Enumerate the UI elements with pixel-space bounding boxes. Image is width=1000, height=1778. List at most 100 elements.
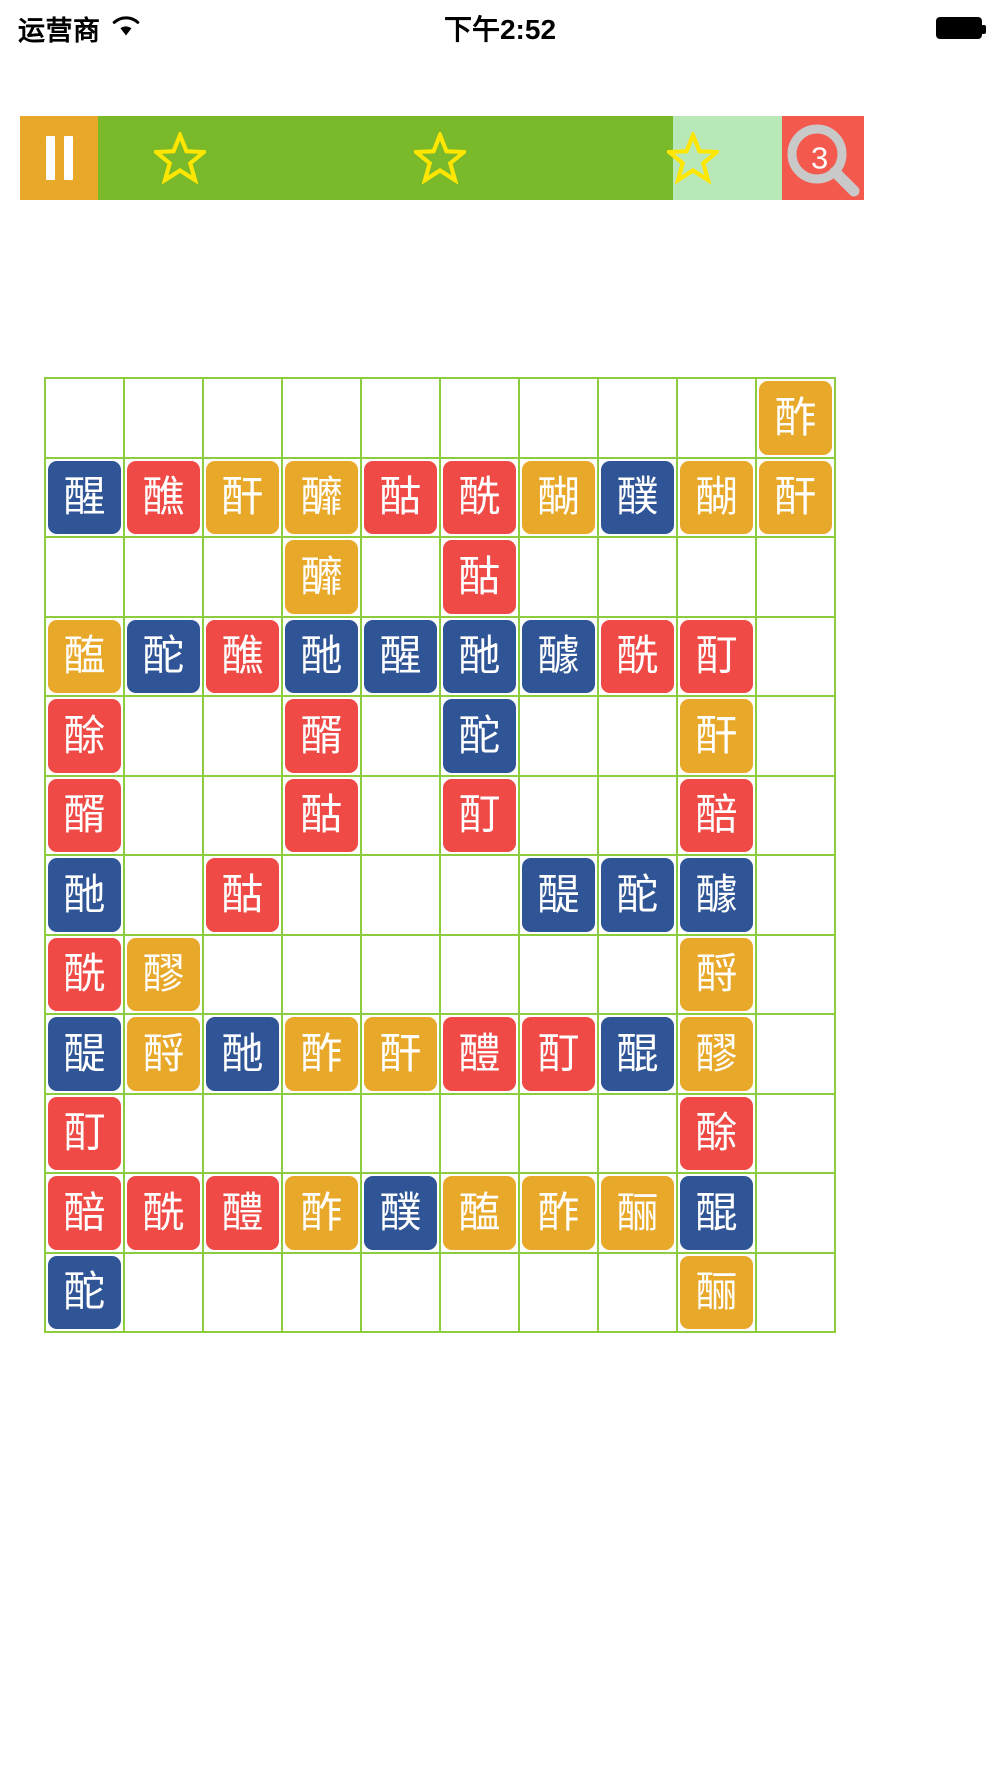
- grid-cell[interactable]: 酊: [46, 1094, 125, 1174]
- grid-cell[interactable]: 醒: [362, 617, 441, 697]
- letter-tile[interactable]: 酹: [127, 1017, 200, 1091]
- letter-tile[interactable]: 酰: [127, 1176, 200, 1250]
- grid-cell[interactable]: [520, 1094, 599, 1174]
- grid-cell[interactable]: 醅: [46, 1174, 125, 1254]
- grid-cell[interactable]: 酡: [46, 1253, 125, 1333]
- pause-button[interactable]: [20, 116, 98, 200]
- letter-tile[interactable]: 酡: [127, 619, 200, 693]
- letter-tile[interactable]: 酡: [48, 1255, 121, 1329]
- letter-tile[interactable]: 酏: [206, 1017, 279, 1091]
- grid-cell[interactable]: 釄: [283, 458, 362, 538]
- word-grid[interactable]: 酢醒醮酐釄酤酰醐醭醐酐釄酤醢酡醮酏醒酏醵酰酊酴醑酡酐醑酤酊醅酏酤醍酡醵酰醪酹醍酹…: [44, 377, 836, 1333]
- grid-cell[interactable]: 酢: [283, 1015, 362, 1095]
- grid-cell[interactable]: [757, 1174, 836, 1254]
- grid-cell[interactable]: 酊: [441, 776, 520, 856]
- letter-tile[interactable]: 醴: [206, 1176, 279, 1250]
- letter-tile[interactable]: 酾: [601, 1176, 674, 1250]
- letter-tile[interactable]: 酤: [206, 858, 279, 932]
- grid-cell[interactable]: 醴: [204, 1174, 283, 1254]
- letter-tile[interactable]: 酾: [680, 1255, 753, 1329]
- hint-search-button[interactable]: 3: [782, 116, 864, 200]
- grid-cell[interactable]: 酏: [204, 1015, 283, 1095]
- letter-tile[interactable]: 醅: [680, 778, 753, 852]
- grid-cell[interactable]: [362, 776, 441, 856]
- grid-cell[interactable]: [204, 697, 283, 777]
- grid-cell[interactable]: 酤: [441, 538, 520, 618]
- grid-cell[interactable]: 酐: [678, 697, 757, 777]
- letter-tile[interactable]: 醴: [443, 1017, 516, 1091]
- grid-cell[interactable]: [204, 538, 283, 618]
- letter-tile[interactable]: 醒: [48, 460, 121, 534]
- grid-cell[interactable]: 酡: [125, 617, 204, 697]
- letter-tile[interactable]: 釄: [285, 460, 358, 534]
- grid-cell[interactable]: 醅: [678, 776, 757, 856]
- letter-tile[interactable]: 酏: [285, 619, 358, 693]
- grid-cell[interactable]: [283, 1094, 362, 1174]
- letter-tile[interactable]: 醐: [522, 460, 595, 534]
- grid-cell[interactable]: [520, 1253, 599, 1333]
- letter-tile[interactable]: 酏: [443, 619, 516, 693]
- letter-tile[interactable]: 醮: [206, 619, 279, 693]
- grid-cell[interactable]: [204, 1094, 283, 1174]
- grid-cell[interactable]: 醮: [125, 458, 204, 538]
- grid-cell[interactable]: 醒: [46, 458, 125, 538]
- letter-tile[interactable]: 釄: [285, 540, 358, 614]
- grid-cell[interactable]: [599, 1094, 678, 1174]
- grid-cell[interactable]: 酢: [283, 1174, 362, 1254]
- grid-cell[interactable]: [283, 379, 362, 459]
- grid-cell[interactable]: 醵: [678, 856, 757, 936]
- grid-cell[interactable]: 釄: [283, 538, 362, 618]
- letter-tile[interactable]: 酊: [443, 778, 516, 852]
- grid-cell[interactable]: [46, 379, 125, 459]
- letter-tile[interactable]: 醅: [48, 1176, 121, 1250]
- grid-cell[interactable]: 醍: [46, 1015, 125, 1095]
- grid-cell[interactable]: [520, 538, 599, 618]
- letter-tile[interactable]: 酢: [759, 381, 832, 455]
- grid-cell[interactable]: [125, 1253, 204, 1333]
- letter-tile[interactable]: 醑: [48, 778, 121, 852]
- grid-cell[interactable]: 酤: [204, 856, 283, 936]
- letter-tile[interactable]: 醍: [522, 858, 595, 932]
- letter-tile[interactable]: 酰: [601, 619, 674, 693]
- grid-cell[interactable]: 酰: [125, 1174, 204, 1254]
- letter-tile[interactable]: 醢: [48, 619, 121, 693]
- grid-cell[interactable]: 酾: [678, 1253, 757, 1333]
- grid-cell[interactable]: [204, 935, 283, 1015]
- grid-cell[interactable]: [125, 697, 204, 777]
- grid-cell[interactable]: 酡: [599, 856, 678, 936]
- letter-tile[interactable]: 酡: [601, 858, 674, 932]
- grid-cell[interactable]: [520, 935, 599, 1015]
- grid-cell[interactable]: [441, 1094, 520, 1174]
- grid-cell[interactable]: [362, 1094, 441, 1174]
- grid-cell[interactable]: 酐: [204, 458, 283, 538]
- grid-cell[interactable]: 酏: [441, 617, 520, 697]
- grid-cell[interactable]: 醭: [362, 1174, 441, 1254]
- grid-cell[interactable]: [757, 617, 836, 697]
- grid-cell[interactable]: [678, 538, 757, 618]
- grid-cell[interactable]: 醐: [520, 458, 599, 538]
- letter-tile[interactable]: 醮: [127, 460, 200, 534]
- grid-cell[interactable]: [125, 379, 204, 459]
- letter-tile[interactable]: 酰: [443, 460, 516, 534]
- grid-cell[interactable]: 酹: [125, 1015, 204, 1095]
- grid-cell[interactable]: [757, 1015, 836, 1095]
- letter-tile[interactable]: 醵: [680, 858, 753, 932]
- grid-cell[interactable]: [520, 379, 599, 459]
- letter-tile[interactable]: 酡: [443, 699, 516, 773]
- letter-tile[interactable]: 酐: [364, 1017, 437, 1091]
- grid-cell[interactable]: 酤: [283, 776, 362, 856]
- grid-cell[interactable]: [599, 776, 678, 856]
- letter-tile[interactable]: 酐: [759, 460, 832, 534]
- letter-tile[interactable]: 酴: [48, 699, 121, 773]
- letter-tile[interactable]: 醢: [443, 1176, 516, 1250]
- letter-tile[interactable]: 醍: [48, 1017, 121, 1091]
- grid-cell[interactable]: [283, 935, 362, 1015]
- letter-tile[interactable]: 酰: [48, 937, 121, 1011]
- grid-cell[interactable]: [757, 856, 836, 936]
- grid-cell[interactable]: 酤: [362, 458, 441, 538]
- grid-cell[interactable]: 酡: [441, 697, 520, 777]
- grid-cell[interactable]: [757, 776, 836, 856]
- letter-tile[interactable]: 酤: [443, 540, 516, 614]
- grid-cell[interactable]: 酢: [520, 1174, 599, 1254]
- letter-tile[interactable]: 醵: [522, 619, 595, 693]
